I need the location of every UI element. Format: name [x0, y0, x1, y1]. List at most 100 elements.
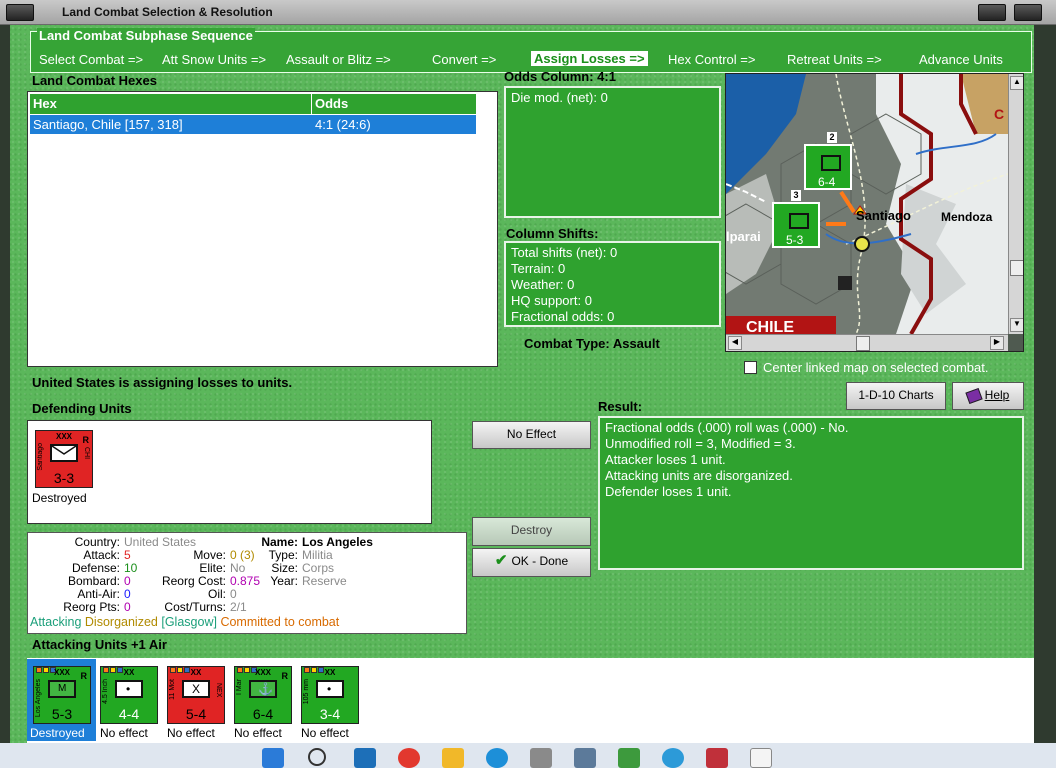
table-row[interactable]: Santiago, Chile [157, 318] 4:1 (24:6)	[30, 115, 476, 134]
ok-label: OK - Done	[511, 554, 569, 568]
unit-status-dots	[237, 661, 267, 673]
map-label-c: C	[994, 106, 1005, 122]
step-retreat-units: Retreat Units =>	[787, 52, 882, 67]
type-key: Type:	[268, 548, 298, 562]
column-shifts-panel: Total shifts (net): 0 Terrain: 0 Weather…	[504, 241, 721, 327]
edge-icon[interactable]	[662, 748, 684, 768]
step-convert: Convert =>	[432, 52, 497, 67]
unit-name: 105 mm	[303, 679, 310, 705]
taskbar	[0, 743, 1056, 768]
unit-size: XX	[190, 668, 202, 677]
country-value: United States	[124, 535, 197, 549]
result-line: Unmodified roll = 3, Modified = 3.	[605, 436, 796, 451]
folder-icon[interactable]	[442, 748, 464, 768]
militia-symbol-icon	[50, 444, 78, 462]
antiair-value: 0	[124, 587, 131, 601]
reorg-cost-value: 0.875	[230, 574, 261, 588]
attacking-unit-counter[interactable]: XXX R Los Angeles M 5-3	[33, 666, 91, 724]
scroll-down-icon[interactable]: ▼	[1010, 318, 1023, 332]
status-committed: Committed to combat	[220, 615, 340, 629]
unit-caption: Destroyed	[30, 726, 85, 740]
notepad-icon[interactable]	[750, 748, 772, 768]
map-counter-strength: 5-3	[786, 233, 804, 247]
unit-name: I Mar	[236, 679, 243, 695]
close-button[interactable]	[1014, 4, 1042, 21]
hexes-list[interactable]: Hex Odds Santiago, Chile [157, 318] 4:1 …	[27, 91, 498, 367]
center-map-label: Center linked map on selected combat.	[763, 360, 989, 375]
charts-button[interactable]: 1-D-10 Charts	[846, 382, 946, 410]
marine-symbol-icon: ⚓	[249, 680, 277, 698]
map-label-mendoza: Mendoza	[941, 210, 993, 224]
game-icon[interactable]	[618, 748, 640, 768]
linked-map[interactable]: 6-4 2 5-3 3 Santiago Mendoza lparai C CH…	[725, 73, 1024, 352]
map-vertical-scrollbar[interactable]: ▲ ▼	[1008, 74, 1023, 334]
unit-name: 11 Mot	[169, 679, 176, 700]
step-assault-blitz: Assault or Blitz =>	[286, 52, 391, 67]
militia-symbol-icon: M	[48, 680, 76, 698]
oil-key: Oil:	[208, 587, 226, 601]
system-menu-button[interactable]	[6, 4, 34, 21]
marine-symbol-icon	[821, 155, 841, 171]
unit-status-dots	[170, 661, 200, 673]
defending-unit-counter[interactable]: XXX R Santiago CHI 3-3	[35, 430, 93, 488]
unit-strength: 6-4	[252, 706, 274, 722]
unit-status-dots	[103, 661, 133, 673]
center-map-checkbox[interactable]	[744, 361, 757, 374]
subphase-sequence: Land Combat Subphase Sequence Select Com…	[30, 28, 1032, 73]
unit-symbol-glyph: ⚓	[258, 682, 273, 696]
browser-icon[interactable]	[398, 748, 420, 768]
h-scroll-thumb[interactable]	[856, 336, 870, 351]
unit-strength: 5-4	[185, 706, 207, 722]
col-odds-header[interactable]: Odds	[312, 94, 476, 114]
reorg-pts-value: 0	[124, 600, 131, 614]
search-icon[interactable]	[308, 748, 326, 766]
unit-side: CHI	[83, 447, 90, 460]
unit-strength: 5-3	[51, 706, 73, 722]
scroll-right-icon[interactable]: ▶	[990, 336, 1004, 350]
title-bar[interactable]: Land Combat Selection & Resolution	[0, 0, 1056, 25]
checkmark-icon: ✔	[494, 552, 508, 569]
cost-turns-key: Cost/Turns:	[164, 600, 226, 614]
attacking-unit-counter[interactable]: XX 4.5 Inch • 4-4	[100, 666, 158, 724]
motorized-symbol-icon: X	[182, 680, 210, 698]
oil-value: 0	[230, 587, 237, 601]
map-horizontal-scrollbar[interactable]: ◀ ▶	[726, 334, 1008, 351]
unit-status-dots	[36, 661, 66, 673]
attack-key: Attack:	[83, 548, 120, 562]
cost-turns-value: 2/1	[230, 600, 247, 614]
result-title: Result:	[598, 399, 643, 414]
map-counter-militia[interactable]: 5-3 3	[772, 190, 820, 248]
attacking-title: Attacking Units +1 Air	[32, 637, 167, 652]
map-counter-marines[interactable]: 6-4 2	[804, 132, 852, 190]
reorg-pts-key: Reorg Pts:	[63, 600, 120, 614]
app-icon[interactable]	[354, 748, 376, 768]
map-label-santiago: Santiago	[856, 208, 911, 223]
game-app-icon[interactable]	[706, 748, 728, 768]
scroll-left-icon[interactable]: ◀	[728, 336, 742, 350]
scroll-thumb[interactable]	[1010, 260, 1023, 276]
col-hex-header[interactable]: Hex	[30, 94, 312, 114]
help-button[interactable]: Help	[952, 382, 1024, 410]
antiair-key: Anti-Air:	[77, 587, 120, 601]
start-icon[interactable]	[262, 748, 284, 768]
no-effect-button[interactable]: No Effect	[472, 421, 591, 449]
unit-flag: R	[281, 671, 289, 681]
help-app-icon[interactable]	[486, 748, 508, 768]
destroy-button[interactable]: Destroy	[472, 517, 591, 546]
shift-total: Total shifts (net): 0	[511, 245, 618, 260]
attacking-unit-counter[interactable]: XX 105 mm • 3-4	[301, 666, 359, 724]
calculator-icon[interactable]	[530, 748, 552, 768]
attacking-unit-counter[interactable]: XX NEX 11 Mot X 5-4	[167, 666, 225, 724]
shift-hq: HQ support: 0	[511, 293, 592, 308]
minimize-button[interactable]	[978, 4, 1006, 21]
scroll-up-icon[interactable]: ▲	[1010, 76, 1023, 90]
defending-units-panel: XXX R Santiago CHI 3-3 Destroyed	[27, 420, 432, 524]
ok-done-button[interactable]: ✔ OK - Done	[472, 548, 591, 577]
unit-caption: No effect	[100, 726, 148, 740]
window-title: Land Combat Selection & Resolution	[62, 5, 273, 19]
unit-caption: No effect	[301, 726, 349, 740]
photos-icon[interactable]	[574, 748, 596, 768]
help-book-icon	[965, 387, 983, 405]
attacking-unit-counter[interactable]: XXX R I Mar ⚓ 6-4	[234, 666, 292, 724]
odds-cell: 4:1 (24:6)	[315, 117, 371, 132]
